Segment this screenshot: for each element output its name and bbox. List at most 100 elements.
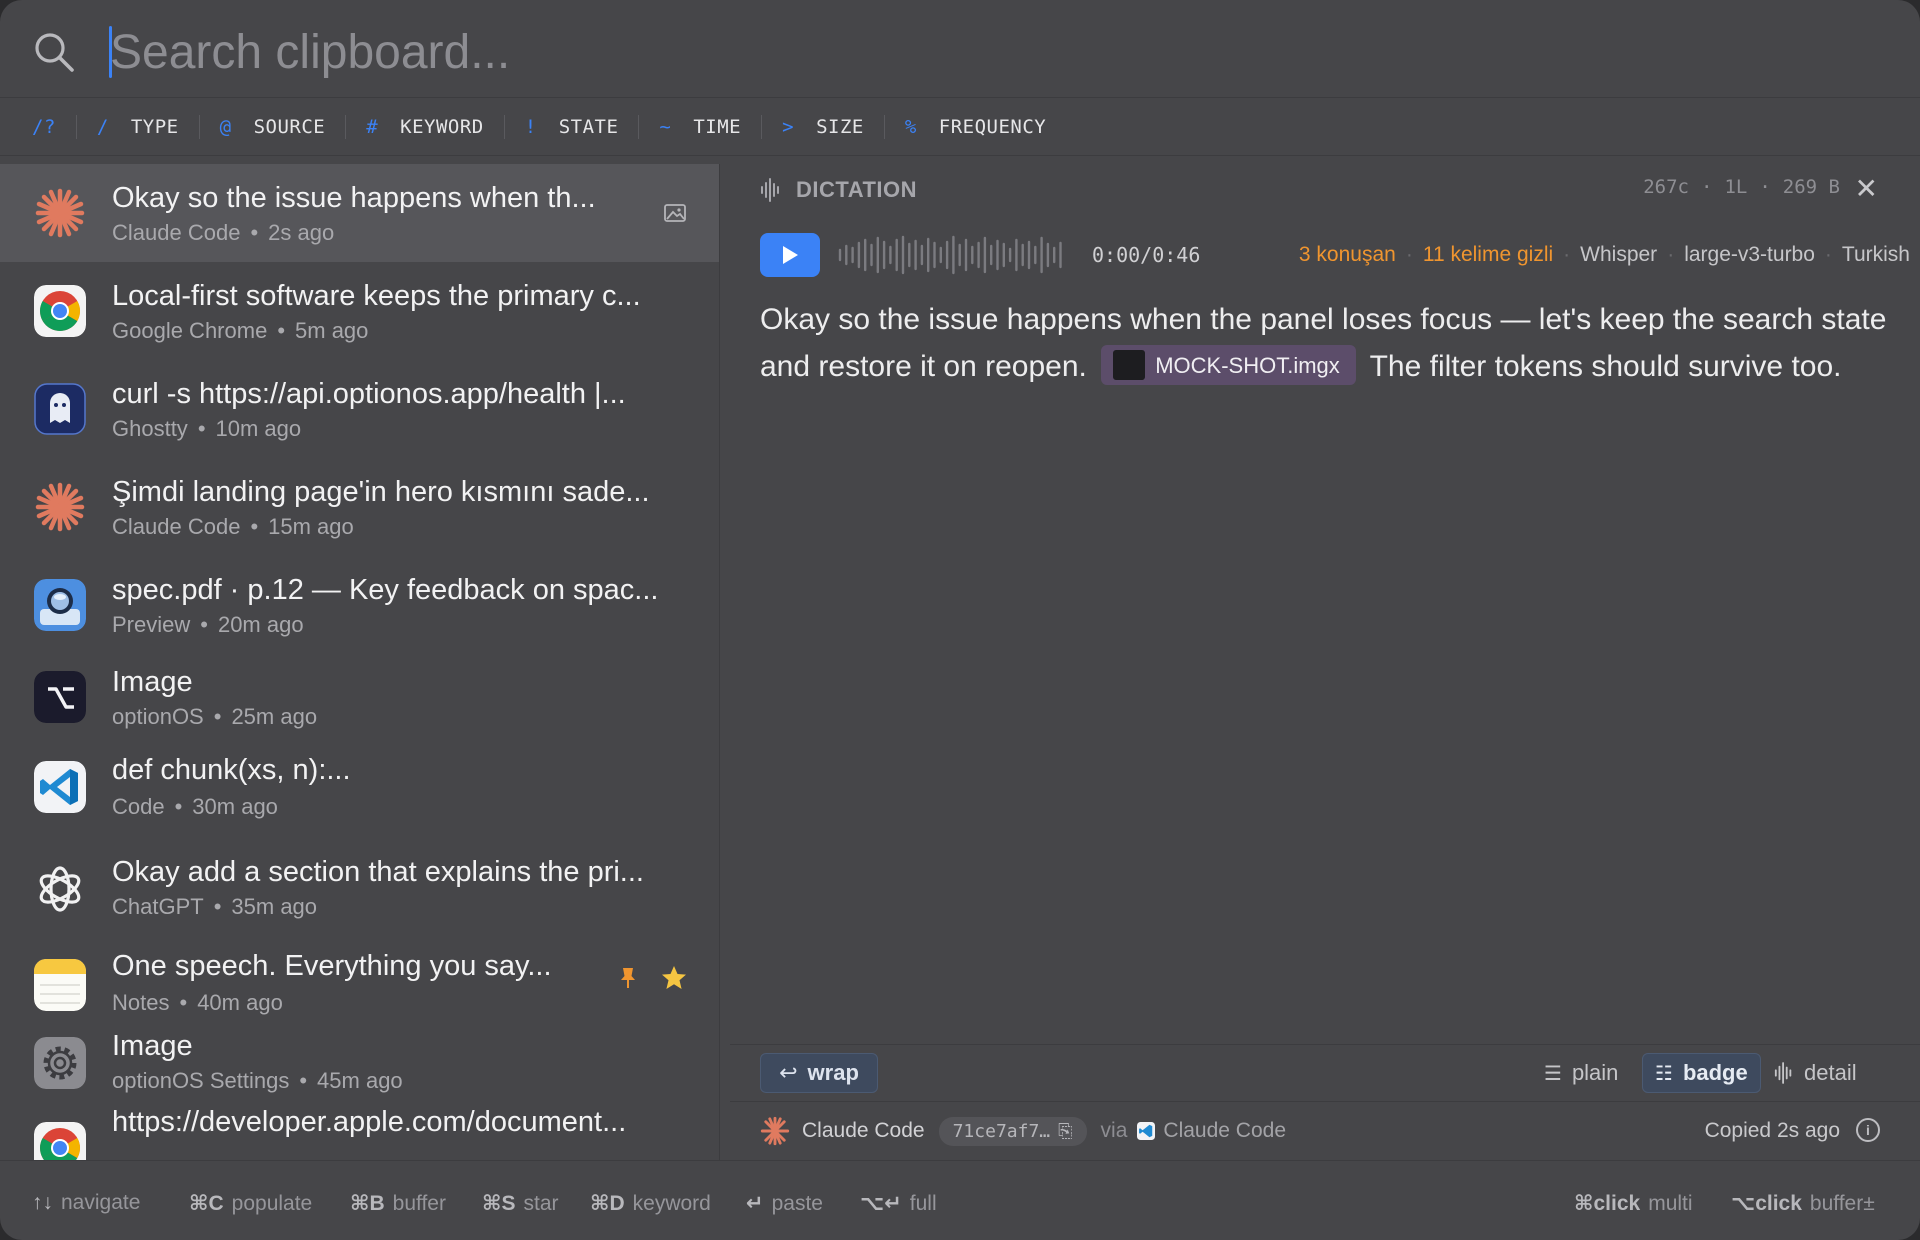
filter-size[interactable]: > SIZE bbox=[782, 98, 864, 156]
list-item[interactable]: Local-first software keeps the primary c… bbox=[0, 262, 719, 360]
chatgpt-icon bbox=[39, 866, 81, 912]
filter-label: SOURCE bbox=[253, 115, 326, 138]
play-button[interactable] bbox=[760, 233, 820, 277]
hint-key: ↑↓ bbox=[32, 1191, 53, 1214]
filter-divider bbox=[503, 114, 505, 139]
wrap-toggle-button[interactable]: ↩ wrap bbox=[760, 1053, 878, 1093]
detail-footer: Claude Code 71ce7af7… ⎘ via Claude Code C… bbox=[760, 1102, 1900, 1160]
item-time: 35m ago bbox=[231, 894, 318, 919]
item-title: Şimdi landing page'in hero kısmını sade.… bbox=[112, 476, 650, 508]
list-item[interactable]: Okay so the issue happens when th... Cla… bbox=[0, 164, 719, 262]
filter-symbol: / bbox=[96, 115, 109, 138]
item-time: 25m ago bbox=[231, 704, 318, 729]
filter-divider bbox=[75, 114, 77, 139]
hash-badge[interactable]: 71ce7af7… ⎘ bbox=[938, 1116, 1087, 1146]
list-item[interactable]: def chunk(xs, n):... Code • 30m ago bbox=[0, 740, 719, 838]
mode-detail-button[interactable]: detail bbox=[1762, 1053, 1869, 1093]
filter-symbol: # bbox=[366, 115, 379, 138]
hint-paste: ↵ paste bbox=[746, 1191, 823, 1216]
byte-size: 269 B bbox=[1782, 176, 1840, 198]
list-item[interactable]: Image optionOS • 25m ago bbox=[0, 654, 719, 740]
speaker-count[interactable]: 3 konuşan bbox=[1299, 243, 1396, 267]
detail-pane: DICTATION 267c · 1L · 269 B ✕ 0:00/0:46 3 ko… bbox=[730, 156, 1920, 1160]
filter-help-label: /? bbox=[32, 115, 56, 138]
detail-kind: DICTATION bbox=[796, 177, 917, 202]
hint-key: ⌘D bbox=[590, 1192, 625, 1215]
hint-key: ↵ bbox=[746, 1192, 764, 1215]
item-time: 15m ago bbox=[268, 514, 354, 539]
list-item[interactable]: https://developer.apple.com/document... bbox=[0, 1102, 719, 1160]
filter-label: FREQUENCY bbox=[938, 115, 1047, 138]
item-time: 45m ago bbox=[317, 1068, 403, 1093]
shortcut-hints: ↑↓ navigate ⌘C populate ⌘B buffer ⌘S star ⌘D… bbox=[0, 1160, 1920, 1240]
hidden-words[interactable]: 11 kelime gizli bbox=[1423, 243, 1553, 267]
item-title: Okay so the issue happens when th... bbox=[112, 182, 596, 214]
pin-icon[interactable] bbox=[618, 966, 638, 990]
filter-divider bbox=[883, 114, 885, 139]
engine-name: Whisper bbox=[1580, 243, 1658, 266]
playback-time: 0:00/0:46 bbox=[1092, 243, 1201, 267]
hint-star: ⌘S star bbox=[482, 1191, 559, 1216]
item-app: Code bbox=[112, 794, 165, 819]
close-icon[interactable]: ✕ bbox=[1855, 172, 1878, 205]
hint-label: buffer± bbox=[1809, 1192, 1875, 1215]
mode-detail-label: detail bbox=[1804, 1060, 1857, 1085]
filter-label: TYPE bbox=[130, 115, 179, 138]
list-item[interactable]: spec.pdf · p.12 — Key feedback on spac..… bbox=[0, 556, 719, 654]
item-title: Local-first software keeps the primary c… bbox=[112, 280, 641, 312]
image-icon bbox=[664, 204, 686, 222]
transcript-after: The filter tokens should survive too. bbox=[1369, 350, 1842, 383]
audio-player: 0:00/0:46 3 konuşan · 11 kelime gizli · Wh… bbox=[760, 232, 1910, 278]
item-app: Google Chrome bbox=[112, 318, 268, 343]
chrome-icon bbox=[34, 285, 86, 337]
filter-symbol: ~ bbox=[659, 115, 672, 138]
filter-frequency[interactable]: % FREQUENCY bbox=[905, 98, 1046, 156]
item-app: optionOS bbox=[112, 704, 204, 729]
filter-label: SIZE bbox=[816, 115, 864, 138]
transcript-text: Okay so the issue happens when the panel… bbox=[760, 296, 1910, 390]
vscode-icon bbox=[1137, 1122, 1156, 1140]
info-icon[interactable]: i bbox=[1856, 1118, 1880, 1142]
waveform-icon bbox=[761, 178, 779, 202]
hint-navigate: ↑↓ navigate bbox=[32, 1191, 140, 1215]
filter-bar: /? / TYPE @ SOURCE # KEYWORD ! STATE ~ TIME >… bbox=[0, 98, 1920, 156]
item-title: curl -s https://api.optionos.app/health … bbox=[112, 378, 626, 410]
list-item[interactable]: Image optionOS Settings • 45m ago bbox=[0, 1022, 719, 1102]
list-item[interactable]: Okay add a section that explains the pri… bbox=[0, 838, 719, 936]
claude-icon bbox=[760, 1116, 790, 1146]
item-title: Image bbox=[112, 1030, 193, 1062]
play-icon bbox=[783, 246, 798, 264]
star-icon[interactable] bbox=[661, 965, 687, 991]
list-item[interactable]: One speech. Everything you say... Notes •… bbox=[0, 936, 719, 1022]
detail-header: DICTATION 267c · 1L · 269 B ✕ bbox=[760, 170, 1900, 210]
item-subtitle: Code • 30m ago bbox=[112, 794, 278, 819]
badge-list-icon: ☷ bbox=[1655, 1062, 1673, 1085]
item-time: 2s ago bbox=[268, 220, 335, 245]
hint-keyword: ⌘D keyword bbox=[590, 1191, 711, 1216]
filter-keyword[interactable]: # KEYWORD bbox=[366, 98, 484, 156]
mode-plain-button[interactable]: ☰ plain bbox=[1532, 1053, 1630, 1093]
optionos-icon bbox=[34, 671, 86, 723]
via-app: Claude Code bbox=[1163, 1119, 1286, 1142]
hint-label: populate bbox=[231, 1192, 313, 1215]
language-name: Turkish bbox=[1841, 243, 1910, 266]
hint-key: ⌥click bbox=[1731, 1192, 1802, 1215]
list-item[interactable]: Şimdi landing page'in hero kısmını sade.… bbox=[0, 458, 719, 556]
search-input[interactable] bbox=[110, 20, 1810, 84]
mode-badge-button[interactable]: ☷ badge bbox=[1642, 1053, 1761, 1093]
hint-label: multi bbox=[1648, 1192, 1693, 1215]
list-item[interactable]: curl -s https://api.optionos.app/health … bbox=[0, 360, 719, 458]
via-label: via bbox=[1100, 1119, 1128, 1142]
item-time: 40m ago bbox=[197, 990, 283, 1015]
item-time: 30m ago bbox=[192, 794, 278, 819]
filter-time[interactable]: ~ TIME bbox=[659, 98, 741, 156]
filter-help[interactable]: /? bbox=[32, 98, 56, 156]
filter-divider bbox=[761, 114, 763, 139]
audio-waveform[interactable] bbox=[838, 235, 1066, 275]
line-count: 1L bbox=[1724, 176, 1748, 198]
filter-source[interactable]: @ SOURCE bbox=[220, 98, 326, 156]
filter-state[interactable]: ! STATE bbox=[525, 98, 619, 156]
attachment-chip[interactable]: MOCK-SHOT.imgx bbox=[1101, 345, 1356, 386]
claude-icon bbox=[35, 188, 85, 238]
filter-type[interactable]: / TYPE bbox=[97, 98, 179, 156]
